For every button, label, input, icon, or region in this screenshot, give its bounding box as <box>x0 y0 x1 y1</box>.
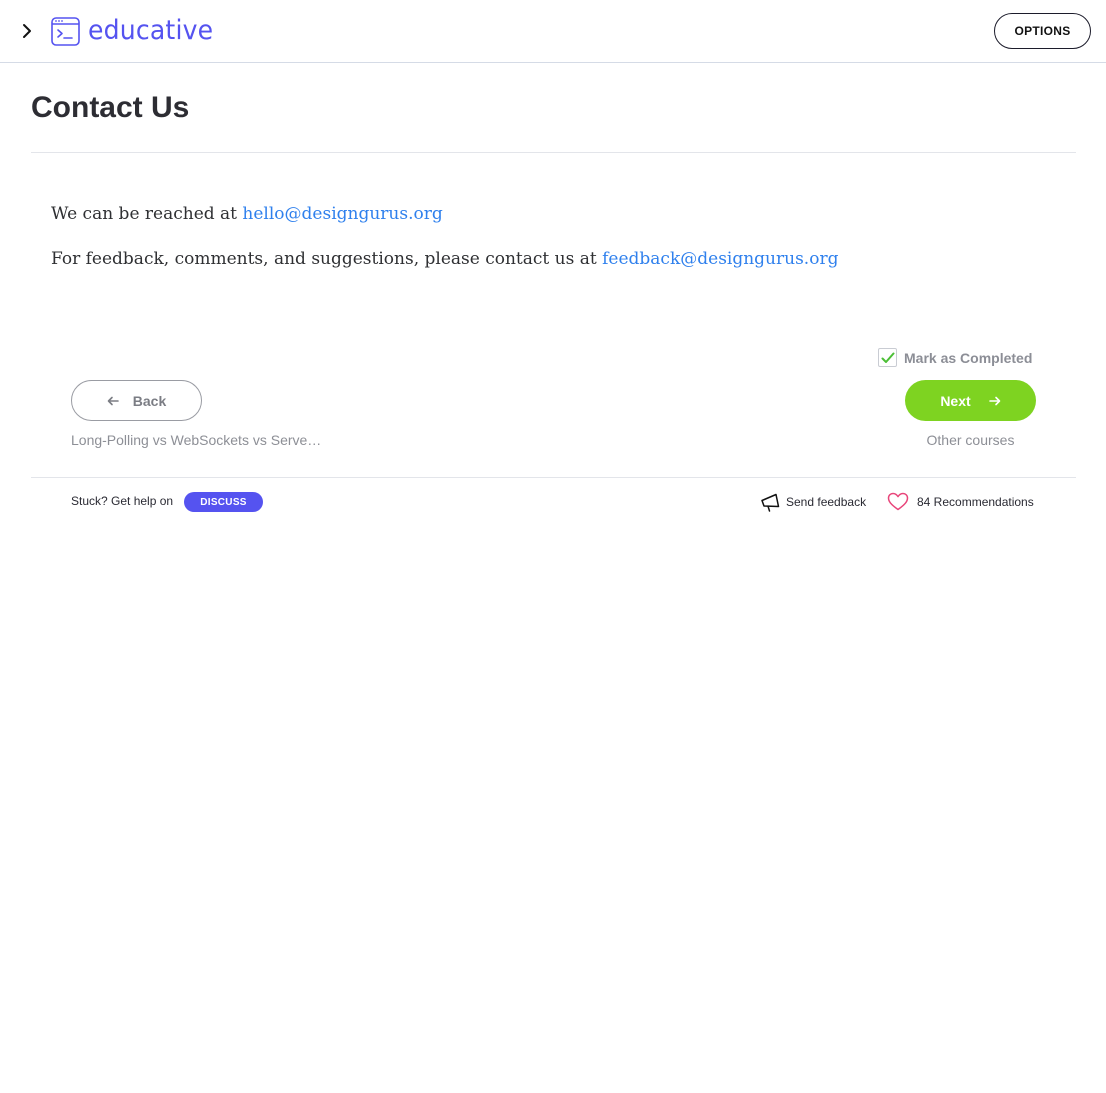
contact-paragraph: We can be reached at hello@designgurus.o… <box>51 202 443 226</box>
megaphone-icon <box>761 493 780 512</box>
feedback-email-link[interactable]: feedback@designgurus.org <box>602 249 838 269</box>
expand-sidebar-button[interactable] <box>15 19 39 43</box>
educative-logo[interactable]: educative <box>51 16 223 46</box>
next-button[interactable]: Next <box>905 380 1036 421</box>
send-feedback-label: Send feedback <box>786 495 867 509</box>
discuss-button[interactable]: DISCUSS <box>184 492 263 512</box>
recommendations-count: 84 Recommendations <box>917 494 1034 509</box>
feedback-text: For feedback, comments, and suggestions,… <box>51 249 603 269</box>
previous-lesson-link[interactable]: Long-Polling vs WebSockets vs Serve… <box>71 432 321 448</box>
mark-completed-label: Mark as Completed <box>904 349 1033 366</box>
heart-icon <box>887 492 909 511</box>
mark-as-completed[interactable]: Mark as Completed <box>878 348 1032 367</box>
back-label: Back <box>132 392 167 409</box>
feedback-paragraph: For feedback, comments, and suggestions,… <box>51 247 838 271</box>
next-lesson-link[interactable]: Other courses <box>905 432 1036 448</box>
top-bar: educative OPTIONS <box>0 0 1106 63</box>
contact-text: We can be reached at <box>51 204 243 224</box>
arrow-right-icon <box>988 396 1000 405</box>
next-label: Next <box>940 392 971 409</box>
completed-checkbox[interactable] <box>878 348 897 367</box>
arrow-left-icon <box>107 396 119 405</box>
back-button[interactable]: Back <box>71 380 202 421</box>
send-feedback-button[interactable]: Send feedback <box>760 492 866 512</box>
page-title: Contact Us <box>31 91 190 124</box>
options-button[interactable]: OPTIONS <box>994 13 1091 49</box>
help-prompt: Stuck? Get help on <box>71 494 174 508</box>
footer-divider <box>31 477 1076 478</box>
checkmark-icon <box>881 352 894 363</box>
recommend-button[interactable]: 84 Recommendations <box>887 492 1034 511</box>
chevron-right-icon <box>23 24 31 38</box>
logo-wordmark: educative <box>88 15 214 46</box>
terminal-logo-icon <box>51 16 80 46</box>
contact-email-link[interactable]: hello@designgurus.org <box>242 204 442 224</box>
title-divider <box>31 152 1076 153</box>
